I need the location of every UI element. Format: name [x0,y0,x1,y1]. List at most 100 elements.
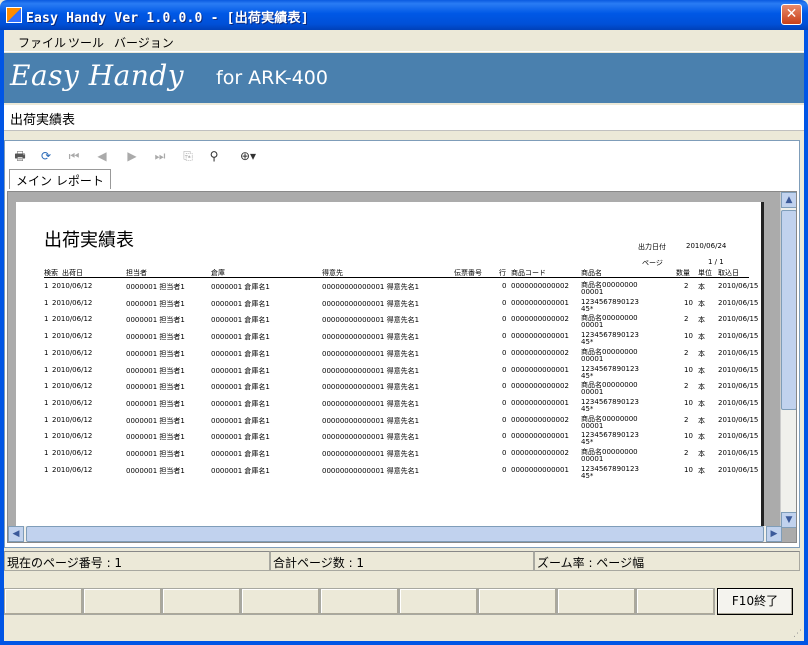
function-key-1[interactable] [4,588,83,615]
cell-no: 1 [44,282,49,290]
cell-code: 0000000000001 [511,432,569,441]
find-icon[interactable]: ⚲ [205,147,223,165]
function-key-9[interactable] [636,588,715,615]
cell-unit: 本 [698,333,705,342]
tab-main-report[interactable]: メイン レポート [9,169,111,189]
cell-date: 2010/06/12 [52,365,93,374]
cell-code: 0000000000002 [511,282,569,290]
cell-staff: 0000001 担当者1 [126,283,185,291]
cell-name: 1234567890123 45* [581,297,639,313]
cell-qty: 2 [684,282,689,290]
horizontal-scroll-thumb[interactable] [26,526,764,542]
cell-qty: 2 [684,449,689,457]
col-header: 商品コード [511,269,546,277]
resize-grip-icon[interactable]: ⋰ [793,629,802,639]
cell-code: 0000000000001 [511,365,569,374]
brand-name: Easy Handy [10,59,185,92]
cell-code: 0000000000002 [511,415,569,424]
page-label: ページ [642,259,663,267]
cell-warehouse: 0000001 倉庫名1 [211,450,270,458]
menu-tools[interactable]: ツール [68,34,104,51]
cell-line: 0 [502,382,507,391]
cell-date: 2010/06/12 [52,432,93,441]
scroll-left-icon[interactable]: ◀ [8,526,24,542]
function-key-8[interactable] [557,588,636,615]
horizontal-scrollbar[interactable]: ◀ ▶ [8,526,782,542]
cell-import: 2010/06/15 [718,282,759,290]
brand-subtitle: for ARK-400 [216,67,328,89]
cell-code: 0000000000001 [511,298,569,307]
print-icon[interactable]: 🖶 [11,147,29,165]
cell-staff: 0000001 担当者1 [126,450,185,458]
menu-file[interactable]: ファイル [18,34,66,51]
cell-line: 0 [502,365,507,374]
scroll-up-icon[interactable]: ▲ [781,192,796,208]
vertical-scroll-thumb[interactable] [781,210,796,410]
cell-code: 0000000000001 [511,398,569,407]
cell-staff: 0000001 担当者1 [126,433,185,442]
close-button[interactable]: ✕ [781,4,802,25]
cell-staff: 0000001 担当者1 [126,399,185,408]
scroll-right-icon[interactable]: ▶ [766,526,782,542]
cell-no: 1 [44,382,49,391]
cell-unit: 本 [698,383,705,392]
vertical-scrollbar[interactable]: ▲ ▼ [780,192,796,528]
function-key-6[interactable] [399,588,478,615]
cell-line: 0 [502,449,507,457]
cell-name: 商品名00000000 00001 [581,314,638,330]
table-row: 1 2010/06/12 0000001 担当者1 0000001 倉庫名1 00000… [44,382,758,398]
function-key-2[interactable] [83,588,162,615]
cell-date: 2010/06/12 [52,465,93,474]
table-row: 1 2010/06/12 0000001 担当者1 0000001 倉庫名1 00000… [44,297,758,315]
refresh-icon[interactable]: ⟳ [37,147,55,165]
function-key-7[interactable] [478,588,557,615]
cell-import: 2010/06/15 [718,415,759,424]
function-key-3[interactable] [162,588,241,615]
cell-import: 2010/06/15 [718,348,759,357]
cell-customer: 00000000000001 得意先名1 [322,349,420,358]
first-page-icon[interactable]: ⏮ [65,147,83,165]
table-row: 1 2010/06/12 0000001 担当者1 0000001 倉庫名1 00000… [44,449,758,465]
table-row: 1 2010/06/12 0000001 担当者1 0000001 倉庫名1 00000… [44,365,758,382]
cell-code: 0000000000001 [511,465,569,474]
next-page-icon[interactable]: ▶ [123,147,141,165]
cell-name: 1234567890123 45* [581,431,639,447]
status-total-pages: 合計ページ数 : 1 [270,551,534,571]
cell-warehouse: 0000001 倉庫名1 [211,299,270,308]
cell-staff: 0000001 担当者1 [126,366,185,375]
report-title: 出荷実績表 [44,230,134,251]
function-key-4[interactable] [241,588,320,615]
cell-import: 2010/06/15 [718,382,759,391]
exit-button[interactable]: F10終了 [717,588,793,615]
cell-warehouse: 0000001 倉庫名1 [211,416,270,425]
cell-warehouse: 0000001 倉庫名1 [211,333,270,342]
cell-warehouse: 0000001 倉庫名1 [211,383,270,392]
prev-page-icon[interactable]: ◀ [93,147,111,165]
cell-date: 2010/06/12 [52,382,93,391]
cell-staff: 0000001 担当者1 [126,383,185,392]
col-header: 単位 [698,269,712,277]
zoom-icon[interactable]: ⊕▾ [233,147,263,165]
cell-import: 2010/06/15 [718,432,759,441]
cell-qty: 10 [684,465,693,474]
cell-customer: 00000000000001 得意先名1 [322,416,420,425]
menu-version[interactable]: バージョン [114,34,174,51]
cell-date: 2010/06/12 [52,348,93,357]
cell-code: 0000000000002 [511,348,569,357]
cell-line: 0 [502,415,507,424]
cell-qty: 10 [684,332,693,341]
scroll-down-icon[interactable]: ▼ [781,512,796,528]
export-icon[interactable]: ⎘ [179,147,197,165]
output-date-label: 出力日付 [638,243,666,251]
table-row: 1 2010/06/12 0000001 担当者1 0000001 倉庫名1 00000… [44,331,758,348]
cell-date: 2010/06/12 [52,298,93,307]
cell-date: 2010/06/12 [52,398,93,407]
cell-line: 0 [502,282,507,290]
last-page-icon[interactable]: ⏭ [151,147,169,165]
function-key-5[interactable] [320,588,399,615]
cell-name: 1234567890123 45* [581,331,639,347]
cell-line: 0 [502,348,507,357]
table-row: 1 2010/06/12 0000001 担当者1 0000001 倉庫名1 00000… [44,415,758,432]
cell-qty: 2 [684,382,689,391]
cell-unit: 本 [698,366,705,375]
